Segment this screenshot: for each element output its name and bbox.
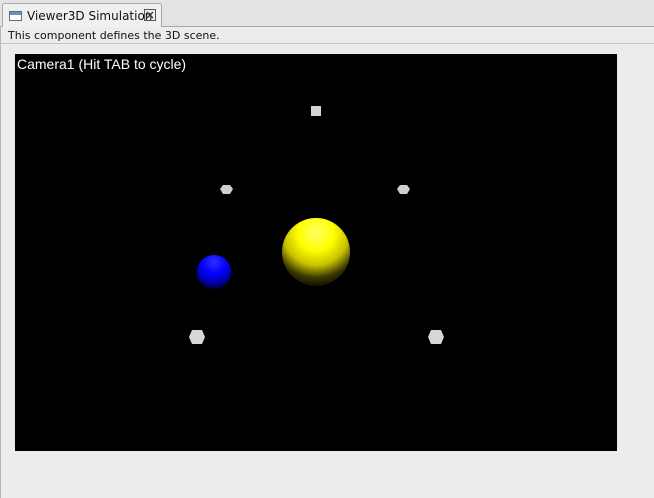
light-marker	[428, 330, 444, 344]
scene-canvas	[189, 106, 444, 344]
tab-title: Viewer3D Simulation	[27, 9, 153, 23]
light-marker	[220, 185, 233, 194]
camera-label: Camera1 (Hit TAB to cycle)	[17, 56, 187, 72]
panel-footer	[1, 457, 654, 498]
blue-sphere	[197, 255, 231, 289]
content-panel: This component defines the 3D scene. Cam…	[0, 27, 654, 498]
tab-viewer3d-simulation[interactable]: Viewer3D Simulation	[2, 3, 162, 27]
yellow-sphere	[282, 218, 350, 286]
window-icon	[9, 11, 22, 21]
close-icon[interactable]	[144, 9, 156, 21]
component-description: This component defines the 3D scene.	[8, 29, 220, 42]
light-marker	[397, 185, 410, 194]
light-marker	[311, 106, 321, 116]
light-marker	[189, 330, 205, 344]
viewer3d-viewport[interactable]: Camera1 (Hit TAB to cycle)	[15, 54, 617, 451]
tab-strip: Viewer3D Simulation	[0, 0, 654, 27]
divider	[1, 43, 654, 44]
